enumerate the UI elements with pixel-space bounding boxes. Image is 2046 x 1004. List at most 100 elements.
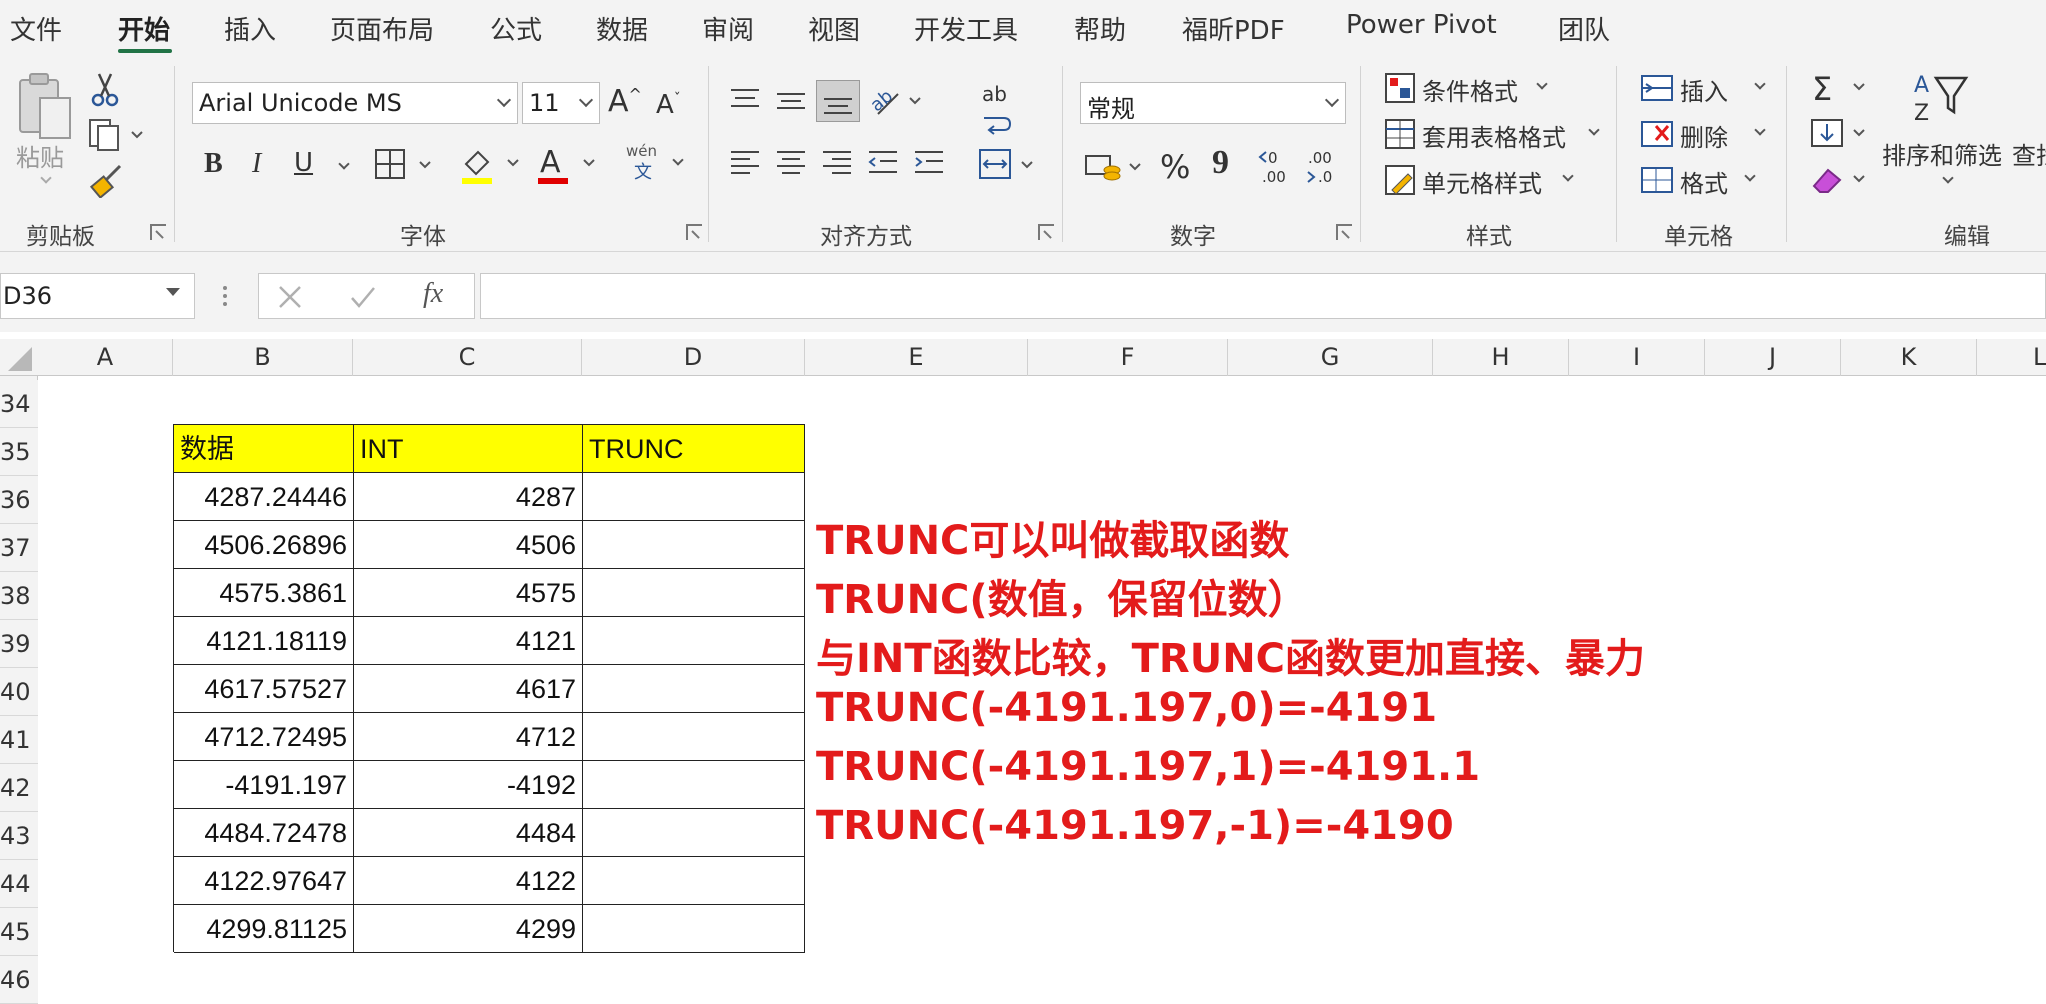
tab-home[interactable]: 开始 — [118, 10, 170, 47]
font-name-select[interactable]: Arial Unicode MS — [192, 82, 518, 124]
tab-data[interactable]: 数据 — [596, 10, 648, 47]
tab-foxit-pdf[interactable]: 福昕PDF — [1182, 10, 1285, 47]
row-header-43[interactable]: 43 — [0, 812, 38, 860]
clipboard-launcher-icon[interactable] — [150, 224, 166, 240]
comma-style-button[interactable]: 9 — [1212, 144, 1229, 182]
table-cell[interactable]: 4287.24446 — [174, 473, 354, 521]
paste-chevron-icon[interactable] — [40, 172, 52, 184]
table-cell[interactable]: 4121 — [354, 617, 583, 665]
bold-button[interactable]: B — [204, 148, 223, 180]
row-header-36[interactable]: 36 — [0, 476, 38, 524]
number-format-select[interactable]: 常规 — [1080, 82, 1346, 124]
column-header-d[interactable]: D — [582, 339, 805, 376]
table-cell[interactable]: 4712 — [354, 713, 583, 761]
tab-developer[interactable]: 开发工具 — [914, 10, 1018, 47]
column-header-a[interactable]: A — [38, 339, 173, 376]
increase-decimal-button[interactable]: 0 .00 — [1258, 148, 1298, 190]
table-cell[interactable]: 4287 — [354, 473, 583, 521]
tab-page-layout[interactable]: 页面布局 — [330, 10, 434, 47]
increase-font-button[interactable]: A^ — [608, 84, 642, 119]
align-right-button[interactable] — [820, 148, 854, 182]
autosum-button[interactable]: Σ — [1810, 70, 1874, 110]
table-cell[interactable]: 4122 — [354, 857, 583, 905]
align-center-button[interactable] — [774, 148, 808, 182]
table-cell[interactable] — [583, 569, 805, 617]
row-header-46[interactable]: 46 — [0, 956, 38, 1004]
table-cell[interactable] — [583, 617, 805, 665]
bottom-align-button[interactable] — [816, 80, 860, 122]
font-color-button[interactable]: A — [536, 144, 600, 190]
percent-style-button[interactable]: % — [1160, 148, 1190, 186]
column-header-j[interactable]: J — [1705, 339, 1841, 376]
tab-insert[interactable]: 插入 — [224, 10, 276, 47]
alignment-launcher-icon[interactable] — [1038, 224, 1054, 240]
borders-button[interactable] — [374, 148, 438, 186]
column-header-c[interactable]: C — [353, 339, 582, 376]
column-header-l[interactable]: L — [1977, 339, 2046, 376]
fill-color-button[interactable] — [460, 146, 524, 190]
table-cell[interactable]: 4575 — [354, 569, 583, 617]
table-cell[interactable] — [583, 521, 805, 569]
tab-review[interactable]: 审阅 — [702, 10, 754, 47]
accounting-format-button[interactable] — [1084, 150, 1148, 188]
row-header-45[interactable]: 45 — [0, 908, 38, 956]
row-header-35[interactable]: 35 — [0, 428, 38, 476]
row-header-39[interactable]: 39 — [0, 620, 38, 668]
table-cell[interactable]: 4506.26896 — [174, 521, 354, 569]
underline-chevron-icon[interactable] — [338, 158, 350, 170]
table-cell[interactable] — [583, 665, 805, 713]
orientation-button[interactable]: ab — [866, 80, 924, 124]
tab-view[interactable]: 视图 — [808, 10, 860, 47]
table-cell[interactable]: 4122.97647 — [174, 857, 354, 905]
table-cell[interactable]: 4617 — [354, 665, 583, 713]
table-header-cell[interactable]: 数据 — [174, 425, 354, 473]
row-header-41[interactable]: 41 — [0, 716, 38, 764]
copy-button[interactable] — [88, 118, 144, 156]
fill-button[interactable] — [1810, 116, 1874, 156]
align-left-button[interactable] — [728, 148, 762, 182]
name-box[interactable]: D36 — [0, 273, 195, 319]
table-cell[interactable] — [583, 761, 805, 809]
table-cell[interactable] — [583, 713, 805, 761]
table-cell-selected[interactable] — [583, 473, 805, 521]
column-header-e[interactable]: E — [805, 339, 1028, 376]
number-launcher-icon[interactable] — [1336, 224, 1352, 240]
tab-help[interactable]: 帮助 — [1074, 10, 1126, 47]
table-cell[interactable]: -4192 — [354, 761, 583, 809]
column-header-f[interactable]: F — [1028, 339, 1228, 376]
table-cell[interactable] — [583, 809, 805, 857]
cut-button[interactable] — [90, 72, 120, 112]
insert-function-button[interactable]: fx — [423, 278, 443, 310]
paste-label[interactable]: 粘贴 — [16, 138, 64, 173]
row-header-34[interactable]: 34 — [0, 380, 38, 428]
table-cell[interactable]: 4712.72495 — [174, 713, 354, 761]
insert-cells-button[interactable]: 插入 — [1640, 72, 1766, 108]
column-header-h[interactable]: H — [1433, 339, 1569, 376]
tab-power-pivot[interactable]: Power Pivot — [1346, 10, 1497, 40]
tab-formulas[interactable]: 公式 — [490, 10, 542, 47]
increase-indent-button[interactable] — [912, 148, 946, 182]
table-cell[interactable]: 4575.3861 — [174, 569, 354, 617]
table-cell[interactable]: 4484 — [354, 809, 583, 857]
sort-filter-label[interactable]: 排序和筛选 — [1882, 136, 2002, 171]
cell-styles-button[interactable]: 单元格样式 — [1384, 164, 1574, 200]
select-all-icon[interactable] — [2, 343, 36, 373]
table-cell[interactable]: 4617.57527 — [174, 665, 354, 713]
format-as-table-button[interactable]: 套用表格格式 — [1384, 118, 1600, 154]
table-cell[interactable]: 4299 — [354, 905, 583, 953]
table-header-cell[interactable]: INT — [354, 425, 583, 473]
table-cell[interactable]: 4121.18119 — [174, 617, 354, 665]
more-options-icon[interactable] — [220, 284, 230, 310]
find-select-label[interactable]: 查找 — [2012, 136, 2046, 171]
cancel-icon[interactable] — [277, 284, 303, 310]
tab-team[interactable]: 团队 — [1558, 10, 1610, 47]
decrease-decimal-button[interactable]: .00 .0 — [1304, 148, 1344, 190]
table-cell[interactable]: 4299.81125 — [174, 905, 354, 953]
column-header-b[interactable]: B — [173, 339, 353, 376]
table-cell[interactable] — [583, 857, 805, 905]
decrease-indent-button[interactable] — [866, 148, 900, 182]
format-painter-button[interactable] — [89, 164, 124, 202]
enter-check-icon[interactable] — [349, 284, 377, 310]
table-header-cell[interactable]: TRUNC — [583, 425, 805, 473]
sort-filter-button[interactable]: A Z — [1910, 70, 1970, 134]
